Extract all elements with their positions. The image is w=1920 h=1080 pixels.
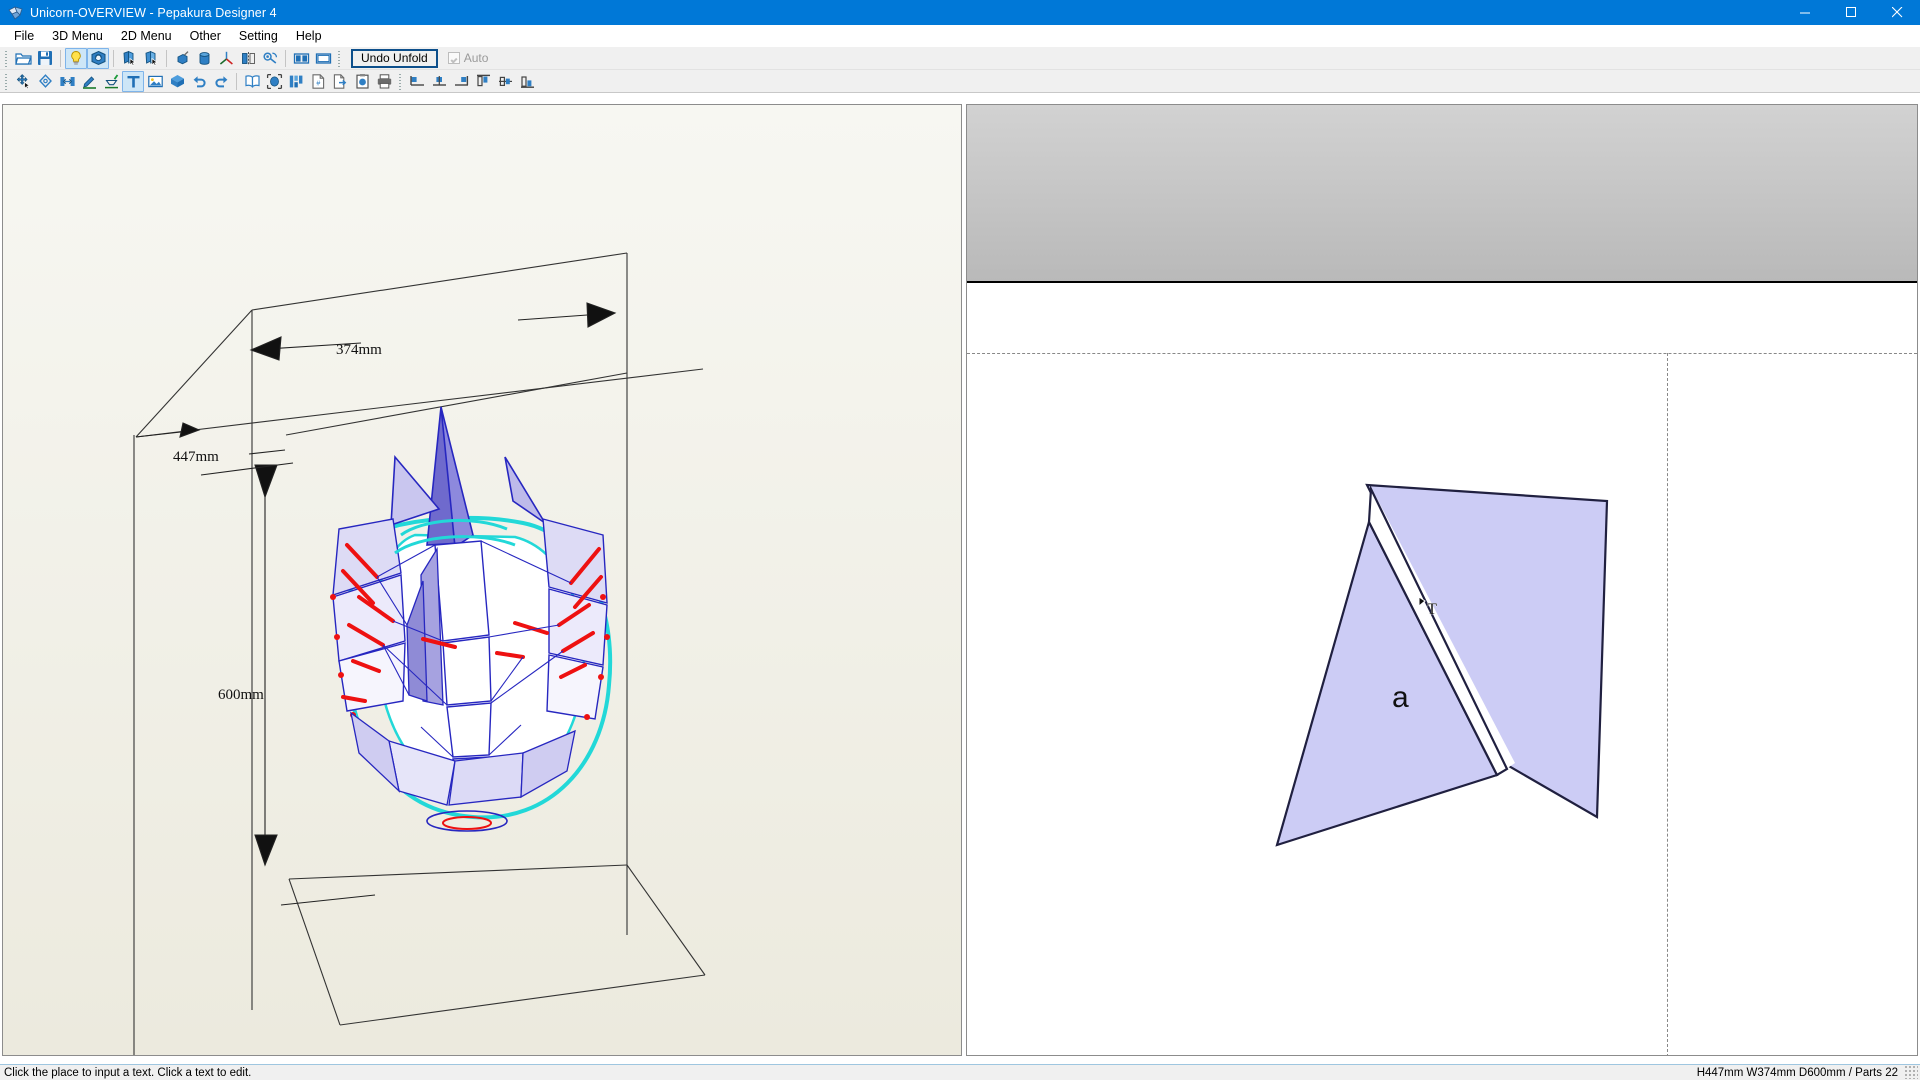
paint-model-icon[interactable] [171,48,193,69]
close-button[interactable] [1874,0,1920,25]
height-dimension-label: 600mm [218,687,264,703]
join-disjoin-icon[interactable] [56,71,78,92]
text-tool-cursor: T [1417,595,1441,627]
text-tool-icon[interactable] [122,70,144,92]
arrange-parts-icon[interactable] [285,71,307,92]
toolbar-separator [285,49,286,67]
split-view-icon[interactable] [290,48,312,69]
open-book-icon[interactable] [241,71,263,92]
auto-checkbox-box[interactable] [447,52,460,64]
align-right-icon[interactable] [450,71,472,92]
axis-icon[interactable] [215,48,237,69]
toolbar-separator [60,49,61,67]
solid-shape-icon[interactable] [166,71,188,92]
viewport-2d[interactable]: a T [966,104,1918,1056]
depth-dimension-label: 447mm [173,449,219,465]
pattern-text-a[interactable]: a [1392,681,1409,715]
toolbar-separator [113,49,114,67]
select-part-icon[interactable] [140,48,162,69]
window-controls [1782,0,1920,25]
menu-item-other[interactable]: Other [181,26,230,47]
open-file-icon[interactable] [12,48,34,69]
print-icon[interactable] [373,71,395,92]
model-3d-canvas[interactable] [3,105,962,1056]
viewport-3d[interactable]: 374mm 447mm 600mm [2,104,962,1056]
erase-flap-icon[interactable] [100,71,122,92]
align-bottom-icon[interactable] [516,71,538,92]
page-number-icon[interactable]: # [307,71,329,92]
menu-item-2d-menu[interactable]: 2D Menu [112,26,181,47]
mirror-icon[interactable] [237,48,259,69]
unfold-link-icon[interactable] [259,48,281,69]
resize-grip[interactable] [1904,1065,1918,1079]
app-icon [8,5,24,21]
edit-flap-icon[interactable] [78,71,100,92]
toolbar-separator [166,49,167,67]
title-bar: Unicorn-OVERVIEW - Pepakura Designer 4 [0,0,1920,25]
select-face-icon[interactable] [118,48,140,69]
toolbar-secondary: # [0,70,1920,93]
window-title: Unicorn-OVERVIEW - Pepakura Designer 4 [30,5,277,20]
menu-item-3d-menu[interactable]: 3D Menu [43,26,112,47]
undo-unfold-button[interactable]: Undo Unfold [351,48,438,68]
toolbar-grip[interactable] [336,49,343,67]
single-view-icon[interactable] [312,48,334,69]
menu-item-file[interactable]: File [5,26,43,47]
texture-model-icon[interactable] [87,47,109,69]
svg-text:T: T [1427,601,1437,618]
auto-checkbox-label: Auto [463,51,489,65]
toolbar-grip[interactable] [3,49,10,67]
align-left-icon[interactable] [406,71,428,92]
maximize-button[interactable] [1828,0,1874,25]
export-page-icon[interactable] [329,71,351,92]
clipboard-icon[interactable] [351,71,373,92]
pattern-canvas[interactable] [967,105,1918,1056]
image-tool-icon[interactable] [144,71,166,92]
save-file-icon[interactable] [34,48,56,69]
menu-item-help[interactable]: Help [287,26,331,47]
status-hint: Click the place to input a text. Click a… [4,1066,252,1079]
redo-icon[interactable] [210,71,232,92]
toolbar-separator [236,72,237,90]
toolbar-grip[interactable] [3,72,10,90]
auto-checkbox[interactable]: Auto [447,51,489,65]
fit-page-icon[interactable] [263,71,285,92]
rotate-part-icon[interactable] [34,71,56,92]
status-model-info: H447mm W374mm D600mm / Parts 22 [1696,1066,1898,1079]
undo-icon[interactable] [188,71,210,92]
status-bar: Click the place to input a text. Click a… [0,1064,1920,1080]
align-middle-icon[interactable] [494,71,516,92]
align-top-icon[interactable] [472,71,494,92]
align-center-icon[interactable] [428,71,450,92]
move-part-icon[interactable] [12,71,34,92]
menu-item-setting[interactable]: Setting [230,26,287,47]
work-area: 374mm 447mm 600mm a T [0,96,1920,1064]
width-dimension-label: 374mm [336,342,382,358]
menu-bar: File 3D Menu 2D Menu Other Setting Help [0,25,1920,47]
toolbar-primary: Undo Unfold Auto [0,47,1920,70]
svg-text:#: # [316,80,320,87]
lightbulb-icon[interactable] [65,47,87,69]
cylinder-icon[interactable] [193,48,215,69]
toolbar-grip[interactable] [397,72,404,90]
minimize-button[interactable] [1782,0,1828,25]
